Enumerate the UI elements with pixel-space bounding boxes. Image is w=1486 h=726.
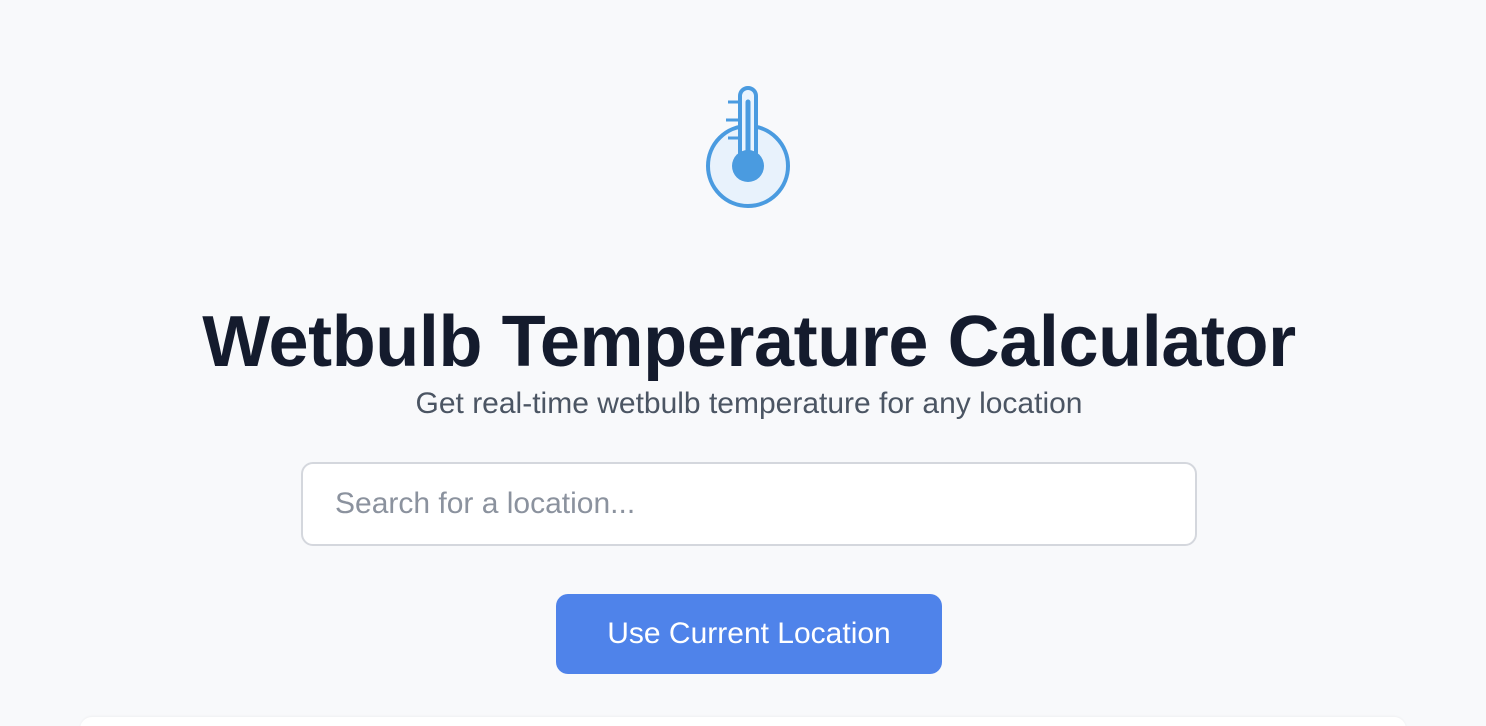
results-card-edge [80,717,1406,726]
use-current-location-button[interactable]: Use Current Location [556,594,942,674]
page-title: Wetbulb Temperature Calculator [202,302,1296,383]
page-subtitle: Get real-time wetbulb temperature for an… [415,387,1083,420]
app-page: Wetbulb Temperature Calculator Get real-… [0,0,1486,726]
thermometer-icon [706,86,790,208]
location-search-input[interactable] [301,462,1197,546]
